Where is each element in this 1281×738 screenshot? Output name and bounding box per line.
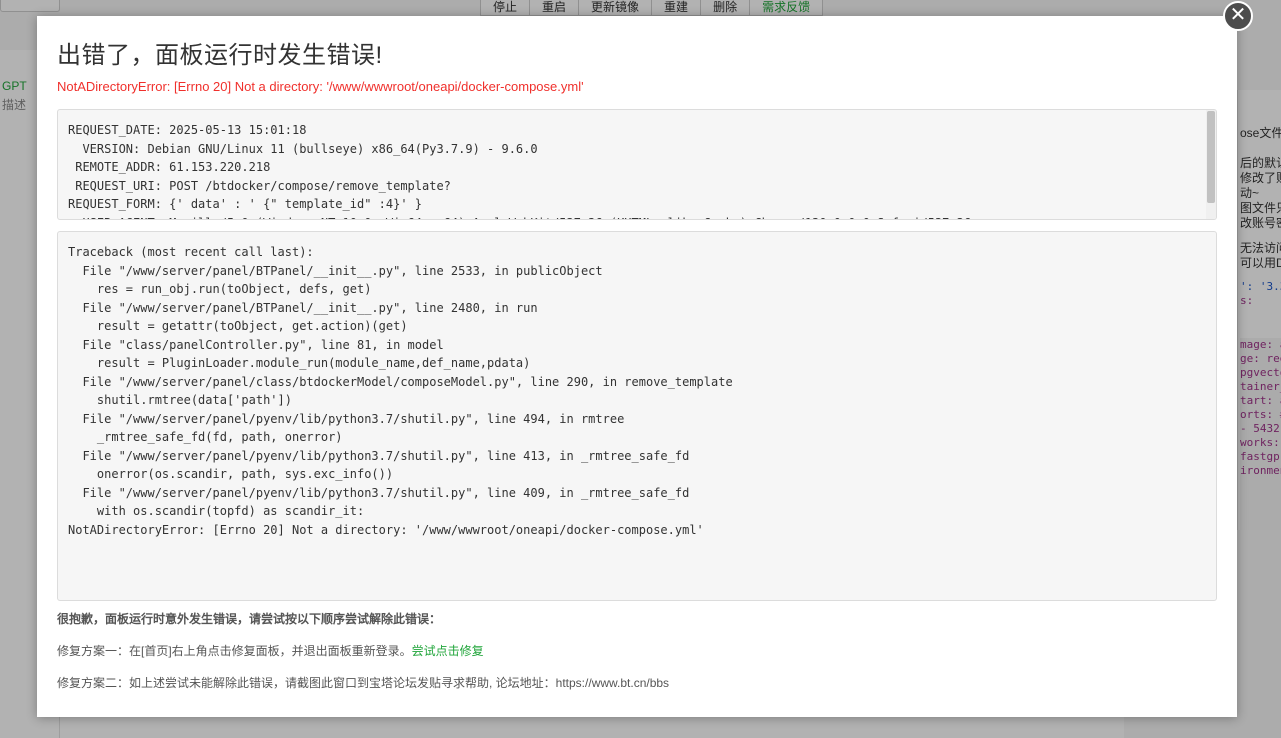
close-icon[interactable]: ✕ xyxy=(1223,1,1253,31)
dialog-title: 出错了，面板运行时发生错误! xyxy=(57,42,383,69)
tips-title: 很抱歉，面板运行时意外发生错误，请尝试按以下顺序尝试解除此错误： xyxy=(57,612,442,626)
error-message: NotADirectoryError: [Errno 20] Not a dir… xyxy=(57,79,584,94)
fix-option-one: 修复方案一：在[首页]右上角点击修复面板，并退出面板重新登录。尝试点击修复 xyxy=(57,642,484,659)
request-info-panel[interactable]: REQUEST_DATE: 2025-05-13 15:01:18 VERSIO… xyxy=(57,109,1217,220)
error-dialog: 出错了，面板运行时发生错误! NotADirectoryError: [Errn… xyxy=(37,16,1237,717)
request-info-text: REQUEST_DATE: 2025-05-13 15:01:18 VERSIO… xyxy=(68,123,971,219)
fix-option-two: 修复方案二：如上述尝试未能解除此错误，请截图此窗口到宝塔论坛发贴寻求帮助, 论坛… xyxy=(57,676,670,690)
repair-link[interactable]: 尝试点击修复 xyxy=(412,644,484,658)
fix-option-one-text: 修复方案一：在[首页]右上角点击修复面板，并退出面板重新登录。 xyxy=(57,644,412,658)
request-info-scrollbar[interactable] xyxy=(1206,110,1216,219)
traceback-text: Traceback (most recent call last): File … xyxy=(68,245,733,537)
traceback-panel[interactable]: Traceback (most recent call last): File … xyxy=(57,231,1217,601)
scrollbar-thumb[interactable] xyxy=(1207,111,1215,203)
